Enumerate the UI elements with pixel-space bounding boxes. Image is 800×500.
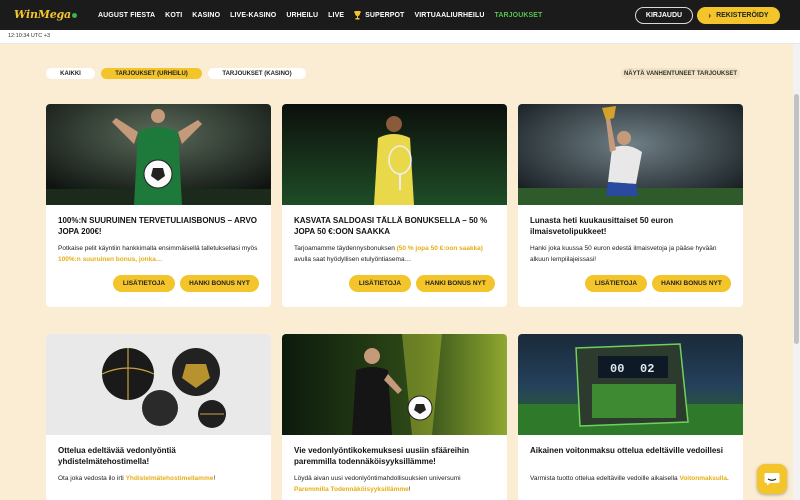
logo-text-win: Win: [14, 8, 38, 21]
promo-description: Hanki joka kuussa 50 euron edestä ilmais…: [530, 245, 717, 263]
server-time: 12:10:34 UTC +3: [8, 33, 51, 39]
promo-image-black-balls: [46, 334, 271, 435]
promo-card-free-bets: Lunasta heti kuukausittaiset 50 euron il…: [518, 104, 743, 307]
logo-text-mega: Mega: [37, 8, 71, 21]
nav-item-superpot[interactable]: SUPERPOT: [354, 10, 404, 20]
scrollbar-thumb[interactable]: [794, 94, 799, 344]
show-expired-offers-button[interactable]: NÄYTÄ VANHENTUNEET TARJOUKSET: [621, 68, 740, 79]
promo-description: Potkaise pelit käyntiin hankkimalla ensi…: [58, 245, 258, 263]
promo-card-early-payout: 00 02 Aikainen voitonmaksu ottelua edelt…: [518, 334, 743, 500]
get-bonus-button[interactable]: HANKI BONUS NYT: [180, 275, 259, 292]
promo-description: Tarjoamamme täydennysbonuksen (50 % jopa…: [294, 245, 483, 263]
promo-description: Ota joka vedosta ilo irti Yhdistelmäteho…: [58, 475, 216, 482]
promo-title: Ottelua edeltävää vedonlyöntiä yhdistelm…: [58, 446, 176, 466]
chat-button[interactable]: [757, 464, 787, 494]
filter-sports-offers[interactable]: TARJOUKSET (URHEILU): [101, 68, 202, 79]
scoreboard-left-value: 00: [610, 362, 624, 376]
promo-title: Lunasta heti kuukausittaiset 50 euron il…: [530, 216, 674, 236]
promo-title: Aikainen voitonmaksu ottelua edeltäville…: [530, 446, 723, 455]
chevron-right-icon: ›: [708, 11, 712, 20]
nav-item-tarjoukset[interactable]: TARJOUKSET: [494, 12, 542, 19]
chat-bubble-icon: [764, 473, 780, 486]
scoreboard-right-value: 02: [640, 362, 654, 376]
promo-card-welcome-bonus: 100%:N SUURUINEN TERVETULIAISBONUS – ARV…: [46, 104, 271, 307]
nav-item-virtuaaliurheilu[interactable]: VIRTUAALIURHEILU: [414, 12, 484, 19]
promo-title: 100%:N SUURUINEN TERVETULIAISBONUS – ARV…: [58, 216, 257, 236]
nav-item-kasino[interactable]: KASINO: [192, 12, 220, 19]
filter-all[interactable]: KAIKKI: [46, 68, 95, 79]
winmega-logo[interactable]: WinMega: [14, 8, 77, 21]
promo-image-tennis-player: [282, 104, 507, 205]
promo-title: Vie vedonlyöntikokemuksesi uusiin sfääre…: [294, 446, 470, 466]
page-scrollbar[interactable]: [793, 44, 800, 500]
promo-title: KASVATA SALDOASI TÄLLÄ BONUKSELLA – 50 %…: [294, 216, 488, 236]
promo-card-combo-boost: Ottelua edeltävää vedonlyöntiä yhdistelm…: [46, 334, 271, 500]
promo-card-better-odds: Vie vedonlyöntikokemuksesi uusiin sfääre…: [282, 334, 507, 500]
nav-item-urheilu[interactable]: URHEILU: [286, 12, 318, 19]
nav-item-august-fiesta[interactable]: AUGUST FIESTA: [98, 12, 155, 19]
get-bonus-button[interactable]: HANKI BONUS NYT: [416, 275, 495, 292]
promo-description: Varmista tuotto ottelua edeltäville vedo…: [530, 475, 729, 482]
trophy-icon: [354, 10, 362, 20]
login-button[interactable]: KIRJAUDU: [635, 7, 693, 24]
promo-image-trophy-winner: [518, 104, 743, 205]
clock-bar: 12:10:34 UTC +3: [0, 30, 800, 44]
more-info-button[interactable]: LISÄTIETOJA: [585, 275, 647, 292]
more-info-button[interactable]: LISÄTIETOJA: [113, 275, 175, 292]
nav-item-live[interactable]: LIVE: [328, 12, 344, 19]
main-nav: AUGUST FIESTA KOTI KASINO LIVE-KASINO UR…: [98, 0, 552, 30]
top-navigation-bar: WinMega AUGUST FIESTA KOTI KASINO LIVE-K…: [0, 0, 800, 30]
get-bonus-button[interactable]: HANKI BONUS NYT: [652, 275, 731, 292]
nav-item-live-kasino[interactable]: LIVE-KASINO: [230, 12, 276, 19]
register-button[interactable]: › REKISTERÖIDY: [697, 7, 780, 24]
promo-description: Löydä aivan uusi vedonlyöntimahdollisuuk…: [294, 475, 461, 493]
nav-item-koti[interactable]: KOTI: [165, 12, 182, 19]
promo-image-tablet-scoreboard: 00 02: [518, 334, 743, 435]
promo-card-reload-bonus: KASVATA SALDOASI TÄLLÄ BONUKSELLA – 50 %…: [282, 104, 507, 307]
more-info-button[interactable]: LISÄTIETOJA: [349, 275, 411, 292]
filter-casino-offers[interactable]: TARJOUKSET (KASINO): [208, 68, 306, 79]
promo-image-soccer-player: [46, 104, 271, 205]
logo-dot-icon: [71, 12, 77, 18]
promo-image-player-with-ball: [282, 334, 507, 435]
